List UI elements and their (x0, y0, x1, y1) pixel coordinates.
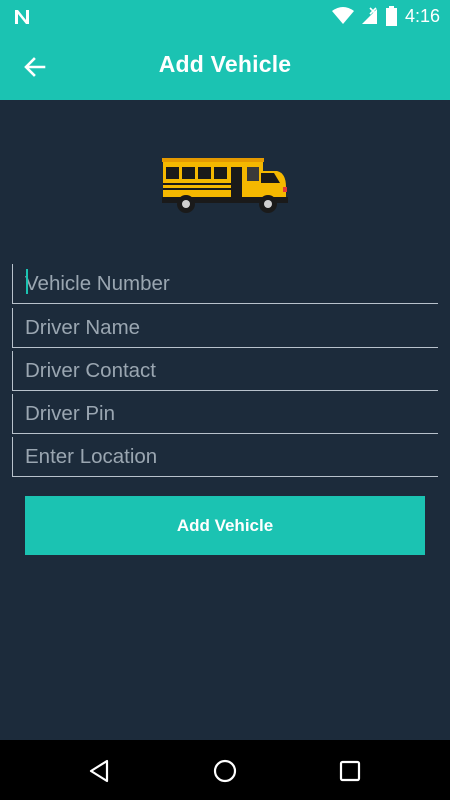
home-circle-icon[interactable] (212, 758, 238, 784)
driver-name-input[interactable] (13, 308, 438, 347)
driver-pin-field (12, 394, 438, 434)
status-icons: 4:16 (331, 5, 440, 27)
status-time: 4:16 (404, 5, 440, 26)
signal-icon (361, 7, 377, 24)
driver-contact-input[interactable] (13, 351, 438, 390)
vehicle-number-field (12, 264, 438, 304)
vehicle-number-input[interactable] (13, 264, 438, 303)
recents-square-icon[interactable] (337, 758, 363, 784)
add-vehicle-button[interactable]: Add Vehicle (25, 496, 425, 555)
enter-location-input[interactable] (13, 437, 438, 476)
battery-icon (385, 6, 397, 26)
school-bus-icon (162, 158, 288, 213)
enter-location-field (12, 437, 438, 477)
wifi-icon (331, 7, 354, 24)
text-cursor (26, 269, 28, 294)
driver-contact-field (12, 351, 438, 391)
driver-pin-input[interactable] (13, 394, 438, 433)
back-triangle-icon[interactable] (87, 758, 113, 784)
app-bar: Add Vehicle (0, 33, 450, 100)
driver-name-field (12, 308, 438, 348)
system-nav-bar (0, 740, 450, 800)
status-bar: 4:16 (0, 0, 450, 33)
notification-n-icon (15, 10, 29, 24)
page-title: Add Vehicle (158, 51, 292, 77)
